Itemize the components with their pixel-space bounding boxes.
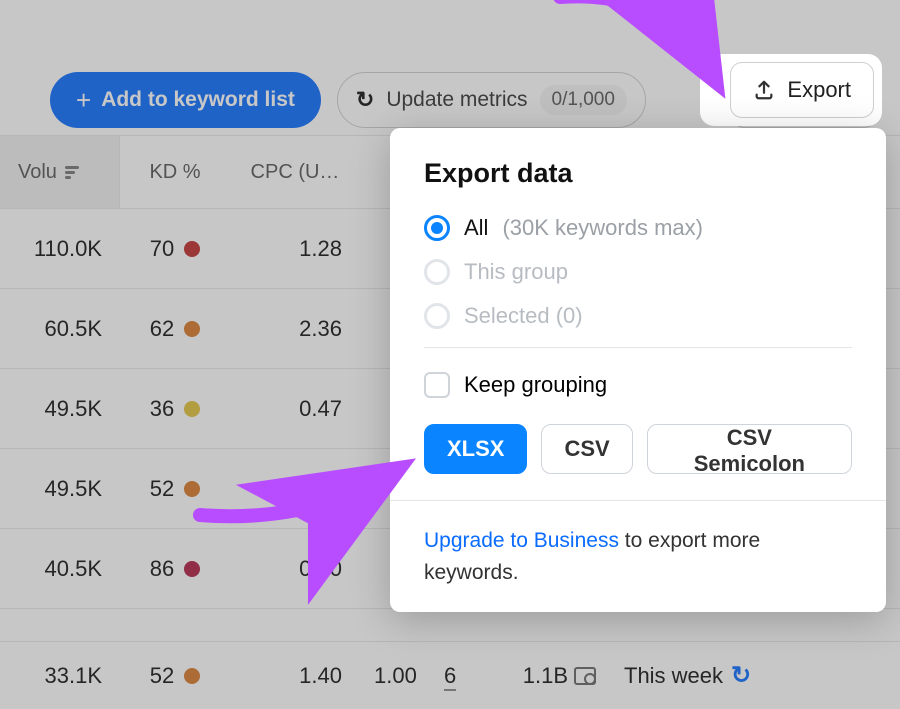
cell-volume: 110.0K [0, 209, 120, 288]
cell-volume: 49.5K [0, 369, 120, 448]
refresh-icon[interactable]: ↻ [731, 661, 751, 690]
cell-kd: 70 [120, 236, 230, 262]
cell-volume: 60.5K [0, 289, 120, 368]
update-metrics-button[interactable]: ↻ Update metrics 0/1,000 [337, 72, 646, 128]
plus-icon: + [76, 87, 91, 113]
export-button-label: Export [787, 77, 851, 103]
cell-cpc: 1.40 [230, 663, 360, 689]
format-csv-semicolon-button[interactable]: CSV Semicolon [647, 424, 852, 474]
popover-title: Export data [424, 158, 852, 189]
cell-kd: 52 [120, 663, 230, 689]
cell-kd: 36 [120, 396, 230, 422]
cell-extra: 1.1B [470, 663, 610, 689]
radio-option-this-group: This group [424, 259, 852, 285]
format-csv-button[interactable]: CSV [541, 424, 632, 474]
update-count-badge: 0/1,000 [540, 85, 627, 115]
format-buttons: XLSX CSV CSV Semicolon [424, 424, 852, 474]
radio-icon [424, 215, 450, 241]
format-xlsx-button[interactable]: XLSX [424, 424, 527, 474]
cell-cpc: 19.55 [230, 476, 360, 502]
upload-icon [753, 79, 775, 101]
cell-kd: 52 [120, 476, 230, 502]
radio-option-selected: Selected (0) [424, 303, 852, 329]
difficulty-dot-icon [184, 481, 200, 497]
difficulty-dot-icon [184, 321, 200, 337]
column-cpc[interactable]: CPC (U… [230, 161, 360, 184]
column-kd[interactable]: KD % [120, 161, 230, 184]
refresh-icon: ↻ [356, 87, 374, 113]
highlight-export-region: Export [700, 54, 882, 126]
cell-extra: 6 [430, 663, 470, 689]
sort-icon [65, 166, 79, 179]
upgrade-link[interactable]: Upgrade to Business [424, 529, 619, 552]
difficulty-dot-icon [184, 401, 200, 417]
add-button-label: Add to keyword list [101, 88, 295, 112]
radio-option-all[interactable]: All (30K keywords max) [424, 215, 852, 241]
cell-volume: 33.1K [0, 642, 120, 709]
cell-cpc: 0.00 [230, 556, 360, 582]
checkbox-icon [424, 372, 450, 398]
cell-cpc: 1.28 [230, 236, 360, 262]
column-volume[interactable]: Volu [0, 136, 120, 208]
keep-grouping-checkbox[interactable]: Keep grouping [424, 372, 852, 398]
difficulty-dot-icon [184, 561, 200, 577]
divider [424, 347, 852, 348]
table-row: 33.1K 52 1.40 1.00 6 1.1B This week ↻ [0, 641, 900, 709]
cell-cpc: 0.47 [230, 396, 360, 422]
update-button-label: Update metrics [386, 88, 527, 112]
serp-features-icon [574, 667, 596, 685]
cell-kd: 86 [120, 556, 230, 582]
cell-cpc: 2.36 [230, 316, 360, 342]
cell-last-update: This week ↻ [610, 661, 900, 690]
popover-footer: Upgrade to Business to export more keywo… [390, 500, 886, 612]
radio-icon [424, 303, 450, 329]
cell-kd: 62 [120, 316, 230, 342]
cell-volume: 40.5K [0, 529, 120, 608]
add-to-keyword-list-button[interactable]: + Add to keyword list [50, 72, 321, 128]
cell-volume: 49.5K [0, 449, 120, 528]
difficulty-dot-icon [184, 668, 200, 684]
difficulty-dot-icon [184, 241, 200, 257]
radio-icon [424, 259, 450, 285]
export-button[interactable]: Export [730, 62, 874, 118]
cell-extra: 1.00 [360, 663, 430, 689]
export-popover: Export data All (30K keywords max) This … [390, 128, 886, 612]
